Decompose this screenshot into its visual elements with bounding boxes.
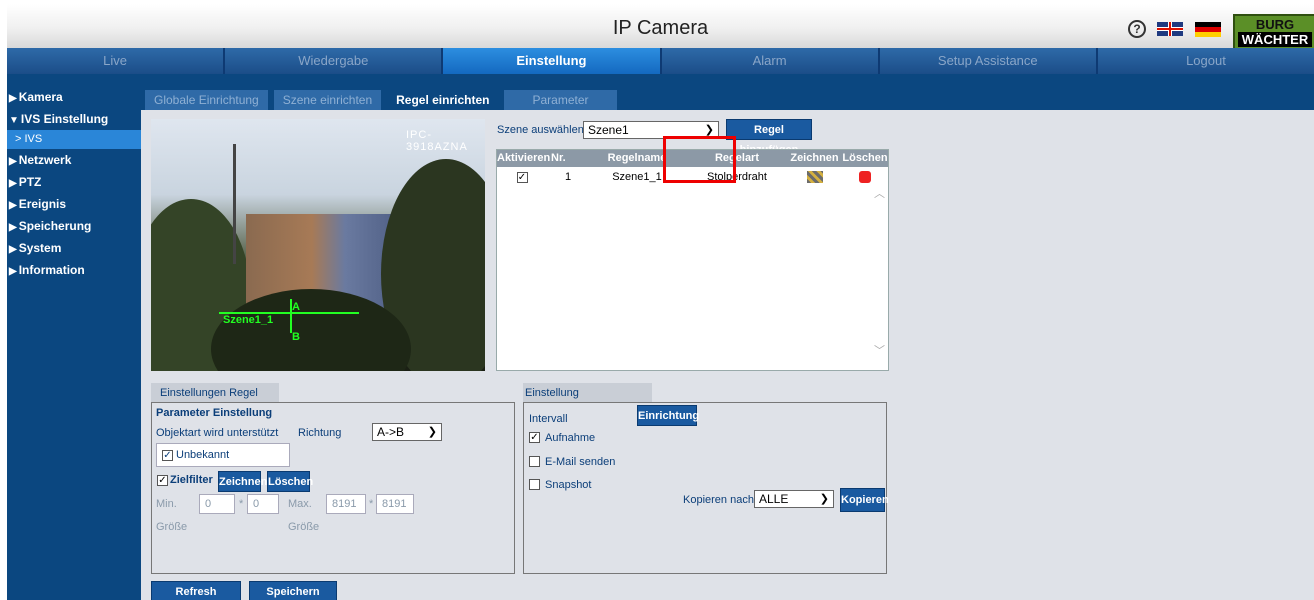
sidebar-item-kamera[interactable]: ▶ Kamera (7, 86, 141, 108)
german-flag-icon[interactable] (1195, 22, 1221, 37)
target-filter-label: Zielfilter (170, 474, 213, 486)
kopieren-button[interactable]: Kopieren (840, 488, 889, 512)
max-label: Max. (288, 498, 312, 510)
english-flag-icon[interactable] (1157, 22, 1183, 36)
max-size-label: Größe (288, 521, 320, 533)
min-label: Min. (156, 498, 177, 510)
expand-arrow-icon: ▶ (9, 222, 17, 233)
add-rule-button[interactable]: Regel hinzufügen (726, 119, 812, 156)
section-title: Parameter Einstellung (156, 407, 273, 419)
sidebar-item-information[interactable]: ▶ Information (7, 259, 141, 281)
expand-arrow-icon: ▶ (9, 156, 17, 167)
interval-label: Intervall (529, 413, 568, 425)
direction-label: Richtung (298, 427, 342, 439)
tripwire-point-a: A (292, 301, 300, 313)
record-label: Aufnahme (545, 432, 596, 444)
rule-enable-checkbox[interactable]: ✓ (516, 171, 528, 183)
direction-select[interactable]: A->B ❯ (372, 423, 442, 441)
col-aktivieren: Aktivieren (497, 152, 551, 164)
help-icon[interactable]: ? (1128, 20, 1146, 38)
nav-tab-logout[interactable]: Logout (1097, 48, 1314, 74)
lamp-pole (233, 144, 236, 264)
times-symbol: * (369, 498, 374, 510)
app-window: IP Camera ? BURG WÄCHTER Live Wiedergabe… (0, 0, 1314, 600)
scene-select-label: Szene auswählen (497, 124, 584, 136)
zeichnen-button[interactable]: Zeichnen (218, 471, 267, 492)
tab-globale-einrichtung[interactable]: Globale Einrichtung (145, 90, 268, 110)
times-symbol: * (239, 498, 244, 510)
sidebar-item-speicherung[interactable]: ▶ Speicherung (7, 215, 141, 237)
email-label: E-Mail senden (545, 456, 616, 468)
snapshot-label: Snapshot (545, 479, 592, 491)
chevron-down-icon: ❯ (427, 426, 437, 438)
max-height-input[interactable]: 8191 (376, 494, 414, 514)
target-filter-checkbox[interactable]: ✓ (157, 475, 168, 486)
nav-tab-setup-assistance[interactable]: Setup Assistance (879, 48, 1096, 74)
collapse-arrow-icon: ▼ (9, 115, 19, 126)
expand-arrow-icon: ▶ (9, 244, 17, 255)
copy-to-label: Kopieren nach (683, 494, 754, 506)
tab-einstellungen-regel[interactable]: Einstellungen Regel (151, 383, 279, 403)
main-nav: Live Wiedergabe Einstellung Alarm Setup … (7, 48, 1314, 74)
sidebar: ▶ Kamera ▼ IVS Einstellung > IVS ▶ Netzwerk… (7, 86, 141, 281)
max-width-input[interactable]: 8191 (326, 494, 366, 514)
loeschen-button[interactable]: Löschen (267, 471, 313, 492)
min-height-input[interactable]: 0 (247, 494, 279, 514)
min-size-label: Größe (156, 521, 188, 533)
scroll-up-icon[interactable]: ︿ (874, 185, 885, 201)
sidebar-subitem-ivs[interactable]: > IVS (7, 130, 141, 149)
expand-arrow-icon: ▶ (9, 178, 17, 189)
record-checkbox[interactable]: ✓ (529, 432, 540, 443)
min-width-input[interactable]: 0 (199, 494, 235, 514)
sidebar-item-netzwerk[interactable]: ▶ Netzwerk (7, 149, 141, 171)
sidebar-item-ptz[interactable]: ▶ PTZ (7, 171, 141, 193)
sidebar-item-system[interactable]: ▶ System (7, 237, 141, 259)
einrichtung-button[interactable]: Einrichtung (637, 405, 699, 426)
nav-tab-live[interactable]: Live (7, 48, 224, 74)
col-zeichnen: Zeichnen (790, 152, 839, 164)
chevron-down-icon: ❯ (819, 493, 829, 505)
highlight-box (663, 136, 736, 183)
delete-icon[interactable] (859, 171, 871, 184)
sub-tabs: Globale Einrichtung Szene einrichten Reg… (145, 90, 623, 110)
col-nr: Nr. (551, 152, 566, 164)
nav-tab-einstellung[interactable]: Einstellung (443, 48, 660, 74)
page-title: IP Camera (612, 17, 709, 39)
copy-to-select[interactable]: ALLE ❯ (754, 490, 834, 508)
expand-arrow-icon: ▶ (9, 93, 17, 104)
object-type-label: Objektart wird unterstützt (156, 427, 279, 439)
expand-arrow-icon: ▶ (9, 266, 17, 277)
email-checkbox[interactable] (529, 456, 540, 467)
tab-regel-einrichten[interactable]: Regel einrichten (387, 90, 499, 110)
save-button[interactable]: Speichern (249, 581, 337, 600)
col-loeschen: Löschen (842, 152, 888, 164)
tripwire-rule-label: Szene1_1 (223, 314, 274, 326)
nav-tab-alarm[interactable]: Alarm (661, 48, 878, 74)
brand-logo: BURG WÄCHTER (1233, 14, 1314, 50)
expand-arrow-icon: ▶ (9, 200, 17, 211)
tab-szene-einrichten[interactable]: Szene einrichten (273, 90, 382, 110)
camera-overlay-text: IPC-3918AZNA (406, 129, 468, 153)
sidebar-item-ereignis[interactable]: ▶ Ereignis (7, 193, 141, 215)
rule-nr: 1 (565, 171, 572, 183)
header-bar: IP Camera ? BURG WÄCHTER (7, 4, 1314, 50)
tab-parameter[interactable]: Parameter (504, 90, 617, 110)
object-type-list: ✓ Unbekannt (156, 443, 290, 467)
draw-icon[interactable] (806, 171, 823, 184)
tab-einstellung-alarmaktivierung[interactable]: Einstellung Alarmaktivierung (523, 383, 652, 419)
object-unknown-checkbox[interactable]: ✓ (162, 449, 173, 461)
snapshot-checkbox[interactable] (529, 479, 540, 490)
video-preview[interactable]: IPC-3918AZNA Szene1_1 A B (151, 119, 485, 371)
sidebar-item-ivs-einstellung[interactable]: ▼ IVS Einstellung (7, 108, 141, 130)
nav-tab-wiedergabe[interactable]: Wiedergabe (225, 48, 442, 74)
refresh-button[interactable]: Refresh (151, 581, 241, 600)
scroll-down-icon[interactable]: ﹀ (874, 342, 885, 358)
tripwire-point-b: B (292, 331, 300, 343)
